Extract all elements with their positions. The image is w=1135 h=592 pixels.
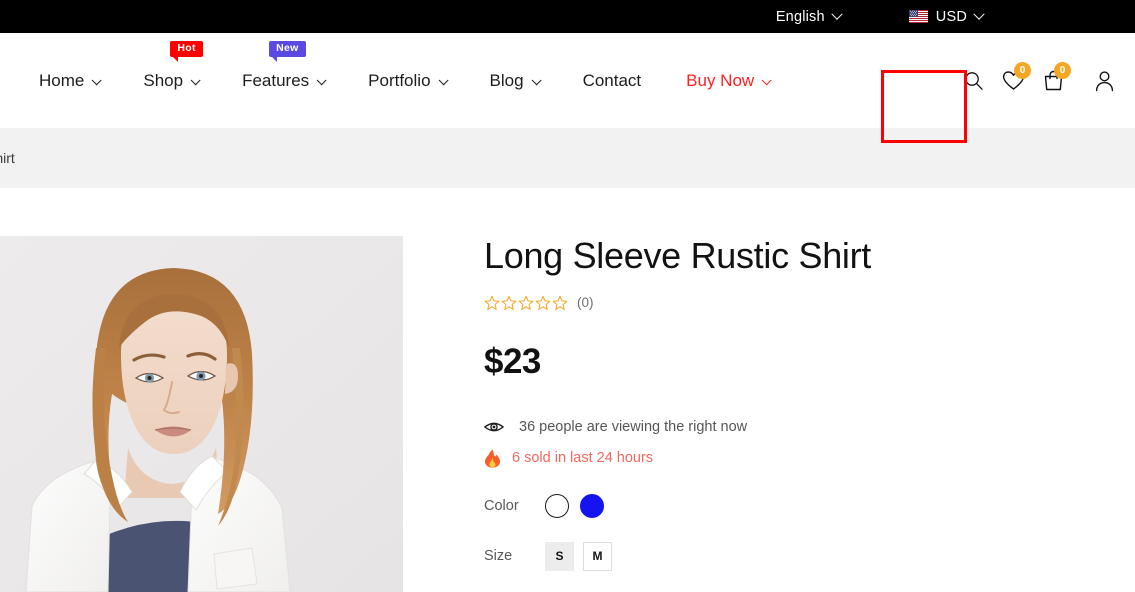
site-header: Home Hot Shop New Features Portfolio Blo… bbox=[0, 33, 1135, 128]
main-navigation: Home Hot Shop New Features Portfolio Blo… bbox=[0, 71, 813, 91]
wishlist-count-badge: 0 bbox=[1014, 62, 1031, 79]
nav-label: Portfolio bbox=[368, 71, 430, 91]
size-option-row: Size S M bbox=[484, 542, 1135, 571]
star-icon bbox=[552, 295, 568, 311]
star-icon bbox=[484, 295, 500, 311]
nav-item-portfolio[interactable]: Portfolio bbox=[368, 71, 473, 91]
nav-item-features[interactable]: New Features bbox=[242, 71, 352, 91]
cart-count-badge: 0 bbox=[1054, 62, 1071, 79]
chevron-down-icon bbox=[762, 75, 772, 85]
breadcrumb-bar: Shirt bbox=[0, 128, 1135, 188]
product-title: Long Sleeve Rustic Shirt bbox=[484, 236, 1135, 276]
star-rating[interactable] bbox=[484, 295, 568, 311]
nav-label: Blog bbox=[490, 71, 524, 91]
eye-icon bbox=[484, 420, 504, 434]
product-image[interactable] bbox=[0, 236, 403, 592]
size-options: S M bbox=[545, 542, 612, 571]
language-selector[interactable]: English bbox=[776, 9, 841, 25]
header-icon-group: 0 0 bbox=[953, 33, 1135, 128]
size-label: Size bbox=[484, 548, 545, 564]
fire-icon bbox=[484, 449, 501, 468]
chevron-down-icon bbox=[973, 8, 984, 19]
product-price: $23 bbox=[484, 342, 1135, 382]
wishlist-cart-group: 0 0 bbox=[993, 58, 1073, 104]
chevron-down-icon bbox=[191, 75, 201, 85]
color-swatch-blue[interactable] bbox=[580, 494, 604, 518]
nav-item-home[interactable]: Home bbox=[39, 71, 127, 91]
chevron-down-icon bbox=[831, 8, 842, 19]
currency-label: USD bbox=[936, 9, 967, 25]
nav-item-shop[interactable]: Hot Shop bbox=[143, 71, 226, 91]
color-swatch-white[interactable] bbox=[545, 494, 569, 518]
language-label: English bbox=[776, 9, 825, 25]
badge-label: New bbox=[276, 42, 299, 54]
sold-text: 6 sold in last 24 hours bbox=[512, 450, 653, 466]
product-rating[interactable]: (0) bbox=[484, 295, 1135, 311]
badge-label: Hot bbox=[177, 42, 195, 54]
star-icon bbox=[518, 295, 534, 311]
nav-label: Contact bbox=[583, 71, 642, 91]
account-button[interactable] bbox=[1084, 58, 1124, 104]
cart-button[interactable]: 0 bbox=[1033, 58, 1073, 104]
top-utility-bar: English USD bbox=[0, 0, 1135, 33]
product-section: Long Sleeve Rustic Shirt (0) $23 36 peop… bbox=[0, 188, 1135, 592]
viewing-text: 36 people are viewing the right now bbox=[519, 419, 747, 435]
nav-item-contact[interactable]: Contact bbox=[583, 71, 671, 91]
color-option-row: Color bbox=[484, 494, 1135, 518]
nav-label: Features bbox=[242, 71, 309, 91]
viewing-now-notice: 36 people are viewing the right now bbox=[484, 419, 1135, 435]
chevron-down-icon bbox=[438, 75, 448, 85]
nav-label: Home bbox=[39, 71, 84, 91]
currency-selector[interactable]: USD bbox=[909, 9, 983, 25]
review-count: (0) bbox=[577, 295, 594, 310]
breadcrumb[interactable]: Shirt bbox=[0, 150, 15, 166]
product-photo-model bbox=[0, 236, 403, 592]
search-button[interactable] bbox=[953, 58, 993, 104]
wishlist-button[interactable]: 0 bbox=[993, 58, 1033, 104]
sold-recently-notice: 6 sold in last 24 hours bbox=[484, 449, 1135, 468]
nav-item-blog[interactable]: Blog bbox=[490, 71, 567, 91]
user-icon bbox=[1094, 70, 1115, 92]
size-option-s[interactable]: S bbox=[545, 542, 574, 571]
nav-item-buy-now[interactable]: Buy Now bbox=[686, 71, 797, 91]
nav-label: Buy Now bbox=[686, 71, 754, 91]
chevron-down-icon bbox=[317, 75, 327, 85]
star-icon bbox=[501, 295, 517, 311]
chevron-down-icon bbox=[92, 75, 102, 85]
color-swatches bbox=[545, 494, 604, 518]
badge-new: New bbox=[269, 41, 306, 58]
star-icon bbox=[535, 295, 551, 311]
badge-hot: Hot bbox=[170, 41, 202, 58]
chevron-down-icon bbox=[531, 75, 541, 85]
search-icon bbox=[963, 70, 984, 91]
color-label: Color bbox=[484, 498, 545, 514]
nav-label: Shop bbox=[143, 71, 183, 91]
us-flag-icon bbox=[909, 10, 928, 23]
size-option-m[interactable]: M bbox=[583, 542, 612, 571]
product-details: Long Sleeve Rustic Shirt (0) $23 36 peop… bbox=[403, 236, 1135, 592]
